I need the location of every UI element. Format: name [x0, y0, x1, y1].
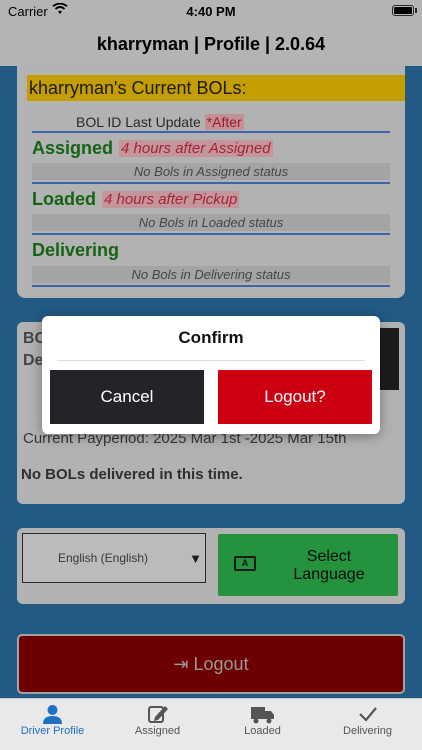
tab-assigned[interactable]: Assigned [105, 699, 210, 750]
tab-bar: Driver Profile Assigned Loaded Deliverin… [0, 698, 422, 750]
tab-label: Driver Profile [20, 725, 85, 737]
check-icon [359, 707, 377, 722]
dialog-title: Confirm [178, 328, 244, 347]
confirm-dialog: Confirm Cancel Logout? [42, 316, 380, 434]
tab-delivering[interactable]: Delivering [315, 699, 420, 750]
confirm-logout-button[interactable]: Logout? [218, 370, 372, 424]
edit-icon [148, 706, 168, 723]
tab-driver-profile[interactable]: Driver Profile [0, 699, 105, 750]
tab-label: Assigned [134, 725, 181, 737]
tab-label: Loaded [244, 725, 281, 737]
truck-icon [251, 707, 274, 724]
tab-loaded[interactable]: Loaded [210, 699, 315, 750]
person-icon [43, 705, 62, 724]
tab-label: Delivering [343, 725, 392, 737]
cancel-button[interactable]: Cancel [50, 370, 204, 424]
dialog-divider [57, 360, 365, 361]
